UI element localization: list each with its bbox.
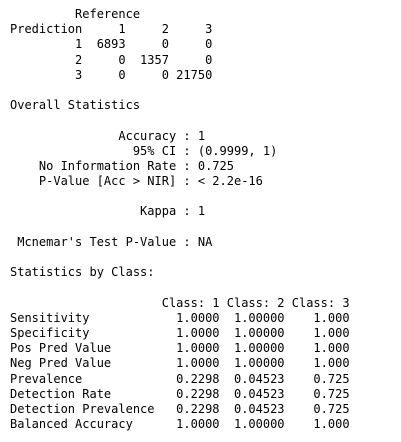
console-line: 95% CI : (0.9999, 1) [10,143,278,158]
console-line: Class: 1 Class: 2 Class: 3 [10,295,350,310]
console-line: Detection Rate 0.2298 0.04523 0.725 [10,386,350,401]
console-line: Mcnemar's Test P-Value : NA [10,234,213,249]
console-line: Neg Pred Value 1.0000 1.00000 1.000 [10,356,350,371]
console-line: Prevalence 0.2298 0.04523 0.725 [10,371,350,386]
console-line: 3 0 0 21750 [10,67,213,82]
console-line: 2 0 1357 0 [10,52,213,67]
console-line: Prediction 1 2 3 [10,22,213,37]
console-line: Kappa : 1 [10,204,206,219]
console-line: Overall Statistics [10,98,141,113]
console-output-panel: Reference Prediction 1 2 3 1 6893 0 0 2 0… [0,0,402,442]
console-line: Specificity 1.0000 1.00000 1.000 [10,325,350,340]
console-line: Statistics by Class: [10,265,155,280]
confusion-matrix-output: Reference Prediction 1 2 3 1 6893 0 0 2 0… [0,0,401,432]
console-line: Sensitivity 1.0000 1.00000 1.000 [10,310,350,325]
console-line: Reference [10,7,141,21]
console-line: Detection Prevalence 0.2298 0.04523 0.72… [10,401,350,416]
console-line: No Information Rate : 0.725 [10,158,234,173]
console-line: Accuracy : 1 [10,128,206,143]
console-line: Balanced Accuracy 1.0000 1.00000 1.000 [10,417,350,432]
console-line: P-Value [Acc > NIR] : < 2.2e-16 [10,174,263,189]
console-line: Pos Pred Value 1.0000 1.00000 1.000 [10,341,350,356]
console-line: 1 6893 0 0 [10,37,213,52]
